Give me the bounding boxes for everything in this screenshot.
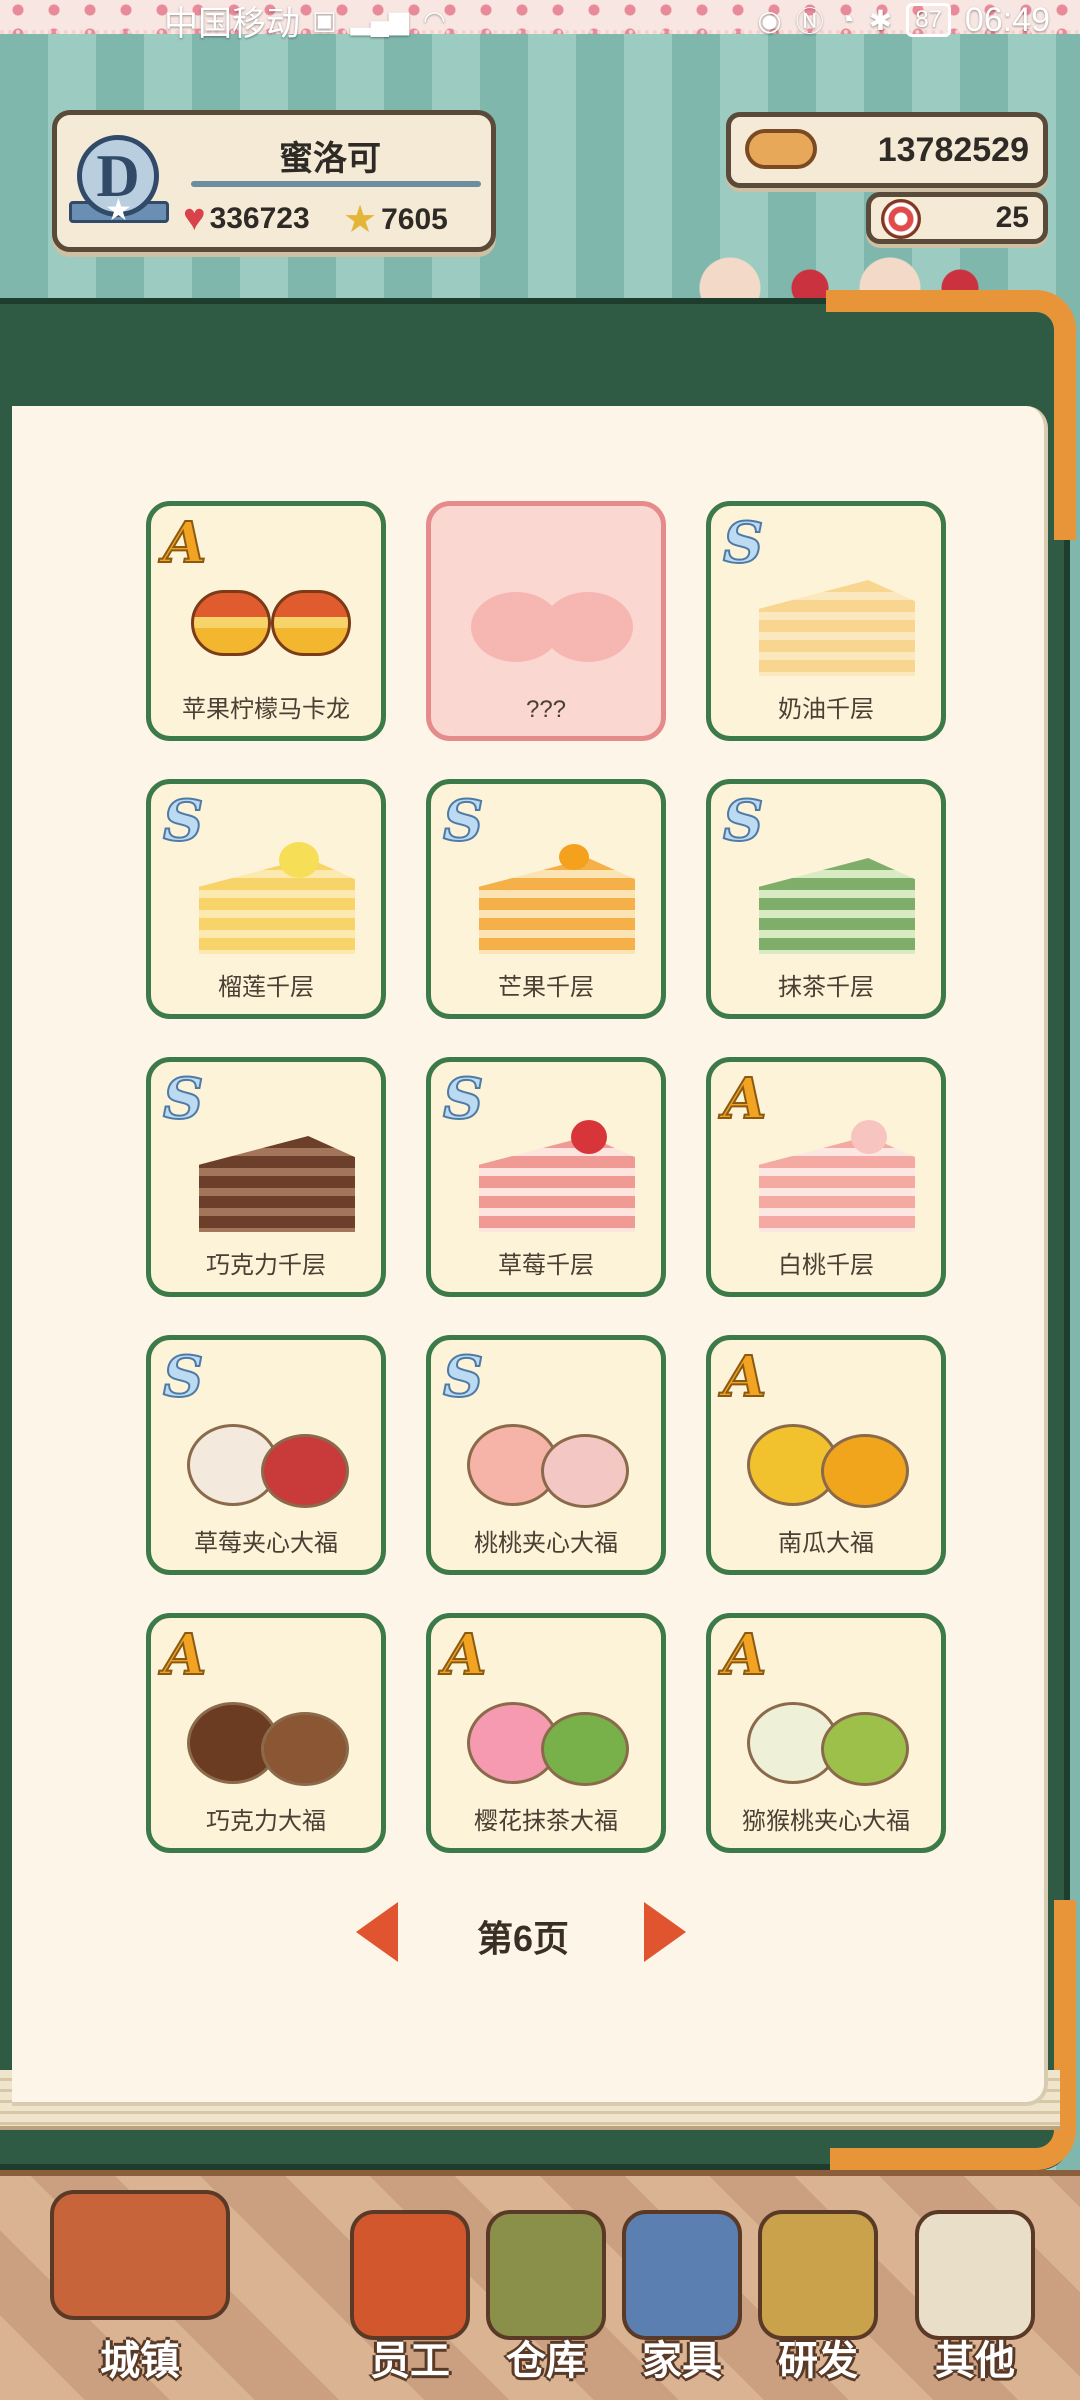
battery-indicator: 87 bbox=[906, 3, 951, 37]
nav-staff-button[interactable]: 员工 bbox=[340, 2190, 480, 2390]
recipe-name: 草莓夹心大福 bbox=[194, 1530, 338, 1557]
recipe-name: 巧克力大福 bbox=[206, 1808, 326, 1835]
recipe-name: 巧克力千层 bbox=[206, 1252, 326, 1279]
status-right: ◉ Ⓝ ◔ ✱ 87 06:49 bbox=[757, 0, 1050, 40]
recipe-card[interactable]: S 巧克力千层 bbox=[146, 1057, 386, 1297]
crepe-cream-icon bbox=[747, 564, 915, 680]
daifuku-peach-icon bbox=[467, 1398, 635, 1514]
daifuku-sakura-icon bbox=[467, 1676, 635, 1792]
recipe-name: 苹果柠檬马卡龙 bbox=[182, 696, 350, 723]
hd-icon: ▣ bbox=[312, 4, 337, 35]
crepe-peach-icon bbox=[747, 1120, 915, 1236]
recipe-card[interactable]: S 榴莲千层 bbox=[146, 779, 386, 1019]
stars-value: 7605 bbox=[381, 202, 448, 236]
recipe-name: 樱花抹茶大福 bbox=[474, 1808, 618, 1835]
nav-storage-button[interactable]: 仓库 bbox=[476, 2190, 616, 2390]
nav-label: 其他 bbox=[935, 2339, 1015, 2383]
recipe-card[interactable]: A 白桃千层 bbox=[706, 1057, 946, 1297]
crepe-durian-icon bbox=[187, 842, 355, 958]
candy-counter[interactable]: 25 bbox=[866, 192, 1048, 244]
pagination: 第6页 bbox=[346, 1896, 700, 1976]
recipe-name: 芒果千层 bbox=[498, 974, 594, 1001]
bone-coin-icon bbox=[745, 129, 817, 169]
recipe-card[interactable]: S 奶油千层 bbox=[706, 501, 946, 741]
recipe-name: ??? bbox=[525, 696, 567, 723]
hearts-value: 336723 bbox=[209, 201, 310, 235]
apron-icon bbox=[350, 2210, 470, 2340]
player-name: 蜜洛可 bbox=[279, 140, 381, 178]
recipe-card[interactable]: A 苹果柠檬马卡龙 bbox=[146, 501, 386, 741]
stars-stat: ★ 7605 bbox=[343, 197, 448, 242]
recipe-card[interactable]: S 桃桃夹心大福 bbox=[426, 1335, 666, 1575]
clock: 06:49 bbox=[964, 0, 1050, 39]
menu-grid-icon bbox=[915, 2210, 1035, 2340]
recipe-name: 猕猴桃夹心大福 bbox=[742, 1808, 910, 1835]
recipe-name: 榴莲千层 bbox=[218, 974, 314, 1001]
rank-star-icon: ★ bbox=[105, 194, 132, 227]
rank-badge: D ★ bbox=[69, 135, 169, 235]
daifuku-kiwi-icon bbox=[747, 1676, 915, 1792]
daifuku-chocolate-icon bbox=[187, 1676, 355, 1792]
nav-label: 城镇 bbox=[100, 2339, 180, 2383]
recipe-name: 南瓜大福 bbox=[778, 1530, 874, 1557]
nav-label: 研发 bbox=[778, 2339, 858, 2383]
5g-signal-icon: ▂▄▆ bbox=[350, 4, 409, 35]
coins-value: 13782529 bbox=[877, 130, 1029, 169]
macaron-icon bbox=[187, 564, 355, 680]
wifi-icon: ◠ bbox=[423, 4, 446, 35]
recipe-name: 桃桃夹心大福 bbox=[474, 1530, 618, 1557]
nav-other-button[interactable]: 其他 bbox=[900, 2190, 1050, 2390]
nav-furniture-button[interactable]: 家具 bbox=[612, 2190, 752, 2390]
recipe-card[interactable]: S 抹茶千层 bbox=[706, 779, 946, 1019]
eye-icon: ◉ bbox=[757, 4, 782, 36]
crepe-matcha-icon bbox=[747, 842, 915, 958]
nav-research-button[interactable]: 研发 bbox=[748, 2190, 888, 2390]
town-house-icon bbox=[50, 2190, 230, 2320]
crepe-strawberry-icon bbox=[467, 1120, 635, 1236]
recipe-name: 草莓千层 bbox=[498, 1252, 594, 1279]
heart-icon: ♥ bbox=[183, 197, 206, 239]
mortar-icon bbox=[758, 2210, 878, 2340]
coins-counter[interactable]: 13782529 bbox=[726, 112, 1048, 188]
recipe-card[interactable]: S 草莓千层 bbox=[426, 1057, 666, 1297]
nav-town-button[interactable]: 城镇 bbox=[40, 2190, 240, 2390]
recipe-name: 奶油千层 bbox=[778, 696, 874, 723]
crepe-mango-icon bbox=[467, 842, 635, 958]
locked-icon bbox=[467, 564, 635, 680]
bluetooth-icon: ✱ bbox=[868, 4, 893, 36]
backpack-icon bbox=[486, 2210, 606, 2340]
candy-value: 25 bbox=[995, 201, 1029, 234]
crepe-chocolate-icon bbox=[187, 1120, 355, 1236]
lollipop-icon bbox=[881, 199, 921, 239]
carrier-label: 中国移动 bbox=[164, 4, 300, 43]
paint-bucket-icon bbox=[622, 2210, 742, 2340]
player-panel[interactable]: D ★ 蜜洛可 ♥ 336723 ★ 7605 bbox=[52, 110, 496, 252]
daifuku-pumpkin-icon bbox=[747, 1398, 915, 1514]
signal-icons: ▣ ▂▄▆ ◠ bbox=[312, 5, 446, 36]
recipe-card[interactable]: A 猕猴桃夹心大福 bbox=[706, 1613, 946, 1853]
nav-label: 仓库 bbox=[506, 2339, 586, 2383]
recipe-name: 白桃千层 bbox=[778, 1252, 874, 1279]
nav-label: 员工 bbox=[370, 2339, 450, 2383]
recipe-card[interactable]: A 南瓜大福 bbox=[706, 1335, 946, 1575]
alarm-icon: ◔ bbox=[837, 4, 855, 35]
recipe-card[interactable]: S 草莓夹心大福 bbox=[146, 1335, 386, 1575]
recipe-card[interactable]: A 樱花抹茶大福 bbox=[426, 1613, 666, 1853]
daifuku-strawberry-icon bbox=[187, 1398, 355, 1514]
next-page-arrow-icon[interactable] bbox=[644, 1902, 686, 1962]
nav-label: 家具 bbox=[642, 2339, 722, 2383]
recipe-card[interactable]: A 巧克力大福 bbox=[146, 1613, 386, 1853]
hearts-stat: ♥ 336723 bbox=[183, 197, 310, 240]
exp-bar-fill bbox=[191, 181, 481, 187]
recipe-name: 抹茶千层 bbox=[778, 974, 874, 1001]
nfc-icon: Ⓝ bbox=[795, 6, 824, 37]
status-bar: 中国移动 ▣ ▂▄▆ ◠ ◉ Ⓝ ◔ ✱ 87 06:49 bbox=[0, 0, 1080, 43]
star-icon: ★ bbox=[343, 199, 378, 241]
recipe-card[interactable]: ??? bbox=[426, 501, 666, 741]
exp-bar bbox=[191, 181, 481, 187]
recipe-card[interactable]: S 芒果千层 bbox=[426, 779, 666, 1019]
